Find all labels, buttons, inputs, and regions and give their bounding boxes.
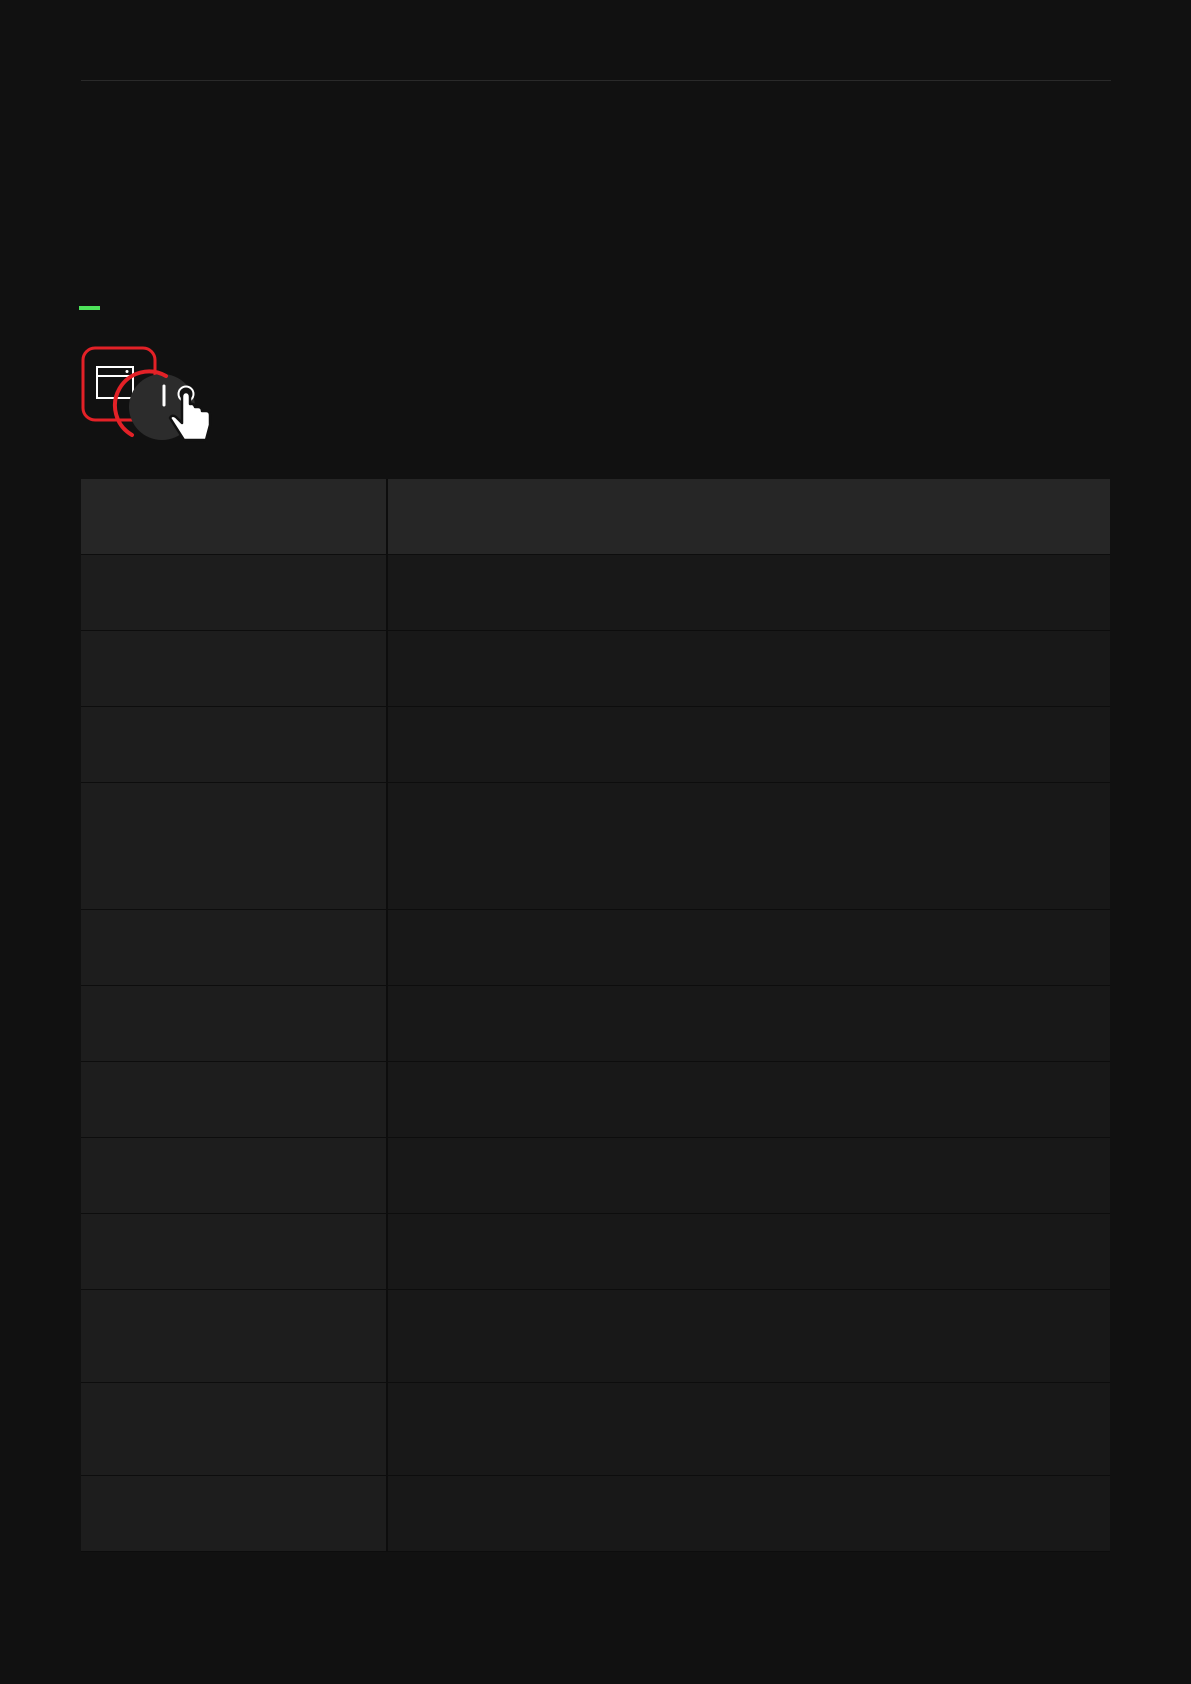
table-cell-label — [81, 1289, 388, 1383]
server-power-touch-icon — [80, 345, 212, 445]
table-cell-value — [387, 985, 1110, 1062]
table-header-cell — [81, 479, 388, 555]
table-cell-label — [81, 1382, 388, 1476]
table-cell-label — [81, 1475, 388, 1552]
table-row — [81, 630, 1110, 707]
table-cell-label — [81, 782, 388, 910]
table-row — [81, 1475, 1110, 1552]
table-cell-label — [81, 630, 388, 707]
table-cell-value — [387, 1289, 1110, 1383]
table-row — [81, 909, 1110, 986]
table-cell-value — [387, 1213, 1110, 1290]
table-header-row — [81, 479, 1110, 555]
table-cell-value — [387, 1061, 1110, 1138]
table-cell-label — [81, 1213, 388, 1290]
table-cell-value — [387, 630, 1110, 707]
table-cell-label — [81, 985, 388, 1062]
table-cell-label — [81, 909, 388, 986]
table-row — [81, 1213, 1110, 1290]
section-accent-bar — [79, 306, 100, 310]
table-row — [81, 1061, 1110, 1138]
table-cell-value — [387, 1137, 1110, 1214]
spec-table — [81, 479, 1110, 1552]
table-cell-value — [387, 554, 1110, 631]
table-cell-value — [387, 1475, 1110, 1552]
table-cell-value — [387, 706, 1110, 783]
table-cell-value — [387, 909, 1110, 986]
table-cell-label — [81, 1061, 388, 1138]
table-cell-label — [81, 554, 388, 631]
top-divider — [81, 80, 1111, 81]
table-cell-label — [81, 706, 388, 783]
table-cell-label — [81, 1137, 388, 1214]
table-row — [81, 706, 1110, 783]
table-row — [81, 782, 1110, 910]
table-cell-value — [387, 782, 1110, 910]
table-row — [81, 985, 1110, 1062]
table-row — [81, 1289, 1110, 1383]
table-cell-value — [387, 1382, 1110, 1476]
table-row — [81, 1137, 1110, 1214]
table-row — [81, 1382, 1110, 1476]
table-row — [81, 554, 1110, 631]
table-header-cell — [387, 479, 1110, 555]
